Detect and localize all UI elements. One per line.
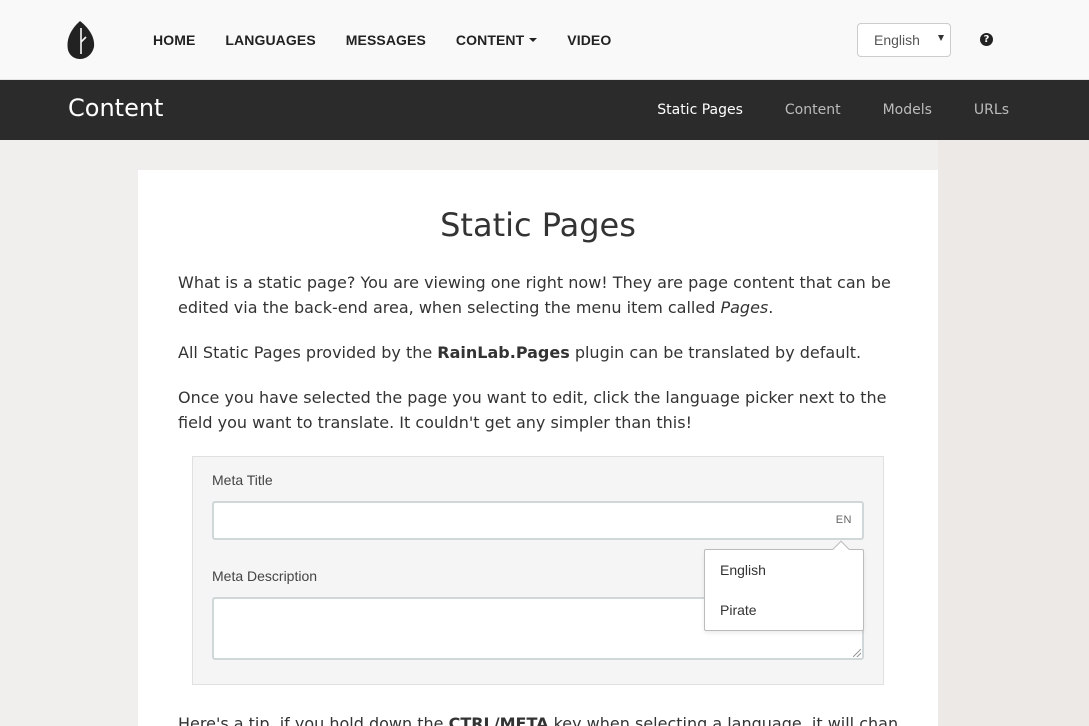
nav-home-label: HOME: [153, 32, 196, 48]
caret-down-icon: [529, 38, 538, 42]
plugin-paragraph: All Static Pages provided by the RainLab…: [178, 340, 898, 365]
meta-title-label: Meta Title: [212, 472, 273, 488]
subnav-urls[interactable]: URLs: [953, 102, 1009, 118]
plugin-text-b: plugin can be translated by default.: [569, 343, 862, 362]
nav-video[interactable]: VIDEO: [552, 32, 626, 48]
plugin-name: RainLab.Pages: [437, 343, 570, 362]
nav-content-label: CONTENT: [455, 32, 525, 48]
intro-period: .: [768, 298, 774, 317]
page-background-panel: [938, 140, 1089, 726]
example-form-panel: Meta Title EN Meta Description English P…: [192, 456, 884, 685]
leaf-logo-icon[interactable]: [64, 20, 96, 60]
subnav-static-pages[interactable]: Static Pages: [636, 102, 764, 118]
dropdown-pointer: [832, 540, 850, 558]
content-subheader: Content Static Pages Content Models URLs: [0, 80, 1089, 140]
top-navbar: HOME LANGUAGES MESSAGES CONTENT VIDEO En…: [0, 0, 1089, 80]
locale-picker-button[interactable]: EN: [836, 514, 852, 526]
nav-video-label: VIDEO: [567, 32, 612, 48]
tip-paragraph: Here's a tip, if you hold down the CTRL/…: [178, 714, 898, 726]
locale-option-english[interactable]: English: [720, 562, 766, 578]
nav-languages-label: LANGUAGES: [225, 32, 316, 48]
resize-grip-icon[interactable]: [853, 649, 861, 657]
page-title: Static Pages: [440, 206, 636, 244]
main-content-card: Static Pages What is a static page? You …: [138, 170, 938, 726]
nav-messages[interactable]: MESSAGES: [331, 32, 441, 48]
language-select-value: English: [874, 32, 920, 48]
meta-title-input[interactable]: EN: [212, 501, 864, 540]
nav-content[interactable]: CONTENT: [441, 32, 552, 48]
question-circle-icon[interactable]: ?: [980, 33, 993, 46]
intro-emphasis: Pages: [720, 298, 769, 317]
subnav-content[interactable]: Content: [764, 102, 862, 118]
select-arrow-icon: [938, 35, 944, 41]
locale-option-pirate[interactable]: Pirate: [720, 602, 757, 618]
nav-languages[interactable]: LANGUAGES: [210, 32, 330, 48]
meta-description-label: Meta Description: [212, 568, 318, 584]
nav-messages-label: MESSAGES: [345, 32, 426, 48]
section-title: Content: [68, 94, 164, 122]
tip-text-a: Here's a tip, if you hold down the: [178, 714, 449, 726]
main-nav: HOME LANGUAGES MESSAGES CONTENT VIDEO: [138, 0, 626, 80]
instructions-paragraph: Once you have selected the page you want…: [178, 388, 887, 432]
intro-text: What is a static page? You are viewing o…: [178, 273, 891, 317]
plugin-text-a: All Static Pages provided by the: [178, 343, 438, 362]
subnav-models[interactable]: Models: [862, 102, 953, 118]
tip-key: CTRL/META: [448, 714, 549, 726]
tip-text-b: key when selecting a language, it will c…: [553, 714, 898, 726]
locale-dropdown: English Pirate: [704, 540, 864, 631]
intro-paragraph: What is a static page? You are viewing o…: [178, 270, 898, 320]
nav-home[interactable]: HOME: [138, 32, 210, 48]
sub-nav: Static Pages Content Models URLs: [636, 80, 1009, 140]
language-select[interactable]: English: [857, 23, 951, 57]
